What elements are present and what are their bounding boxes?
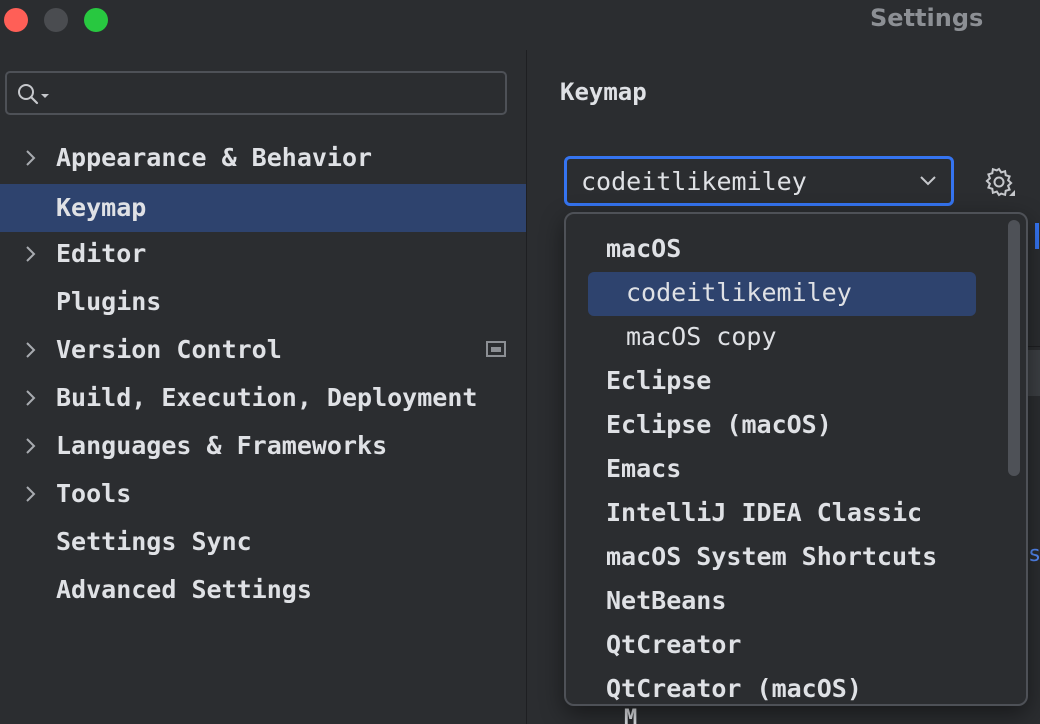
option-macos-system-shortcuts[interactable]: macOS System Shortcuts xyxy=(606,542,937,571)
sidebar-item-label: Plugins xyxy=(56,287,162,316)
keymap-select-value: codeitlikemiley xyxy=(581,167,807,196)
settings-sidebar: Appearance & Behavior Keymap Editor Plug… xyxy=(0,50,527,724)
sidebar-item-label: Languages & Frameworks xyxy=(56,431,388,460)
option-group-macos[interactable]: macOS xyxy=(606,234,681,263)
option-macos-copy[interactable]: macOS copy xyxy=(626,322,777,351)
sidebar-item-label: Build, Execution, Deployment xyxy=(56,383,478,412)
sidebar-item-version-control[interactable]: Version Control xyxy=(0,326,526,374)
sidebar-item-label: Appearance & Behavior xyxy=(56,143,373,172)
sidebar-item-build-execution-deployment[interactable]: Build, Execution, Deployment xyxy=(0,374,526,422)
partial-tree-item[interactable]: M xyxy=(624,706,637,724)
keymap-dropdown-list[interactable]: macOS codeitlikemiley macOS copy Eclipse… xyxy=(564,212,1028,706)
sidebar-item-label: Advanced Settings xyxy=(56,575,312,604)
chevron-right-icon[interactable] xyxy=(20,340,40,360)
option-qtcreator[interactable]: QtCreator xyxy=(606,630,741,659)
window-icon xyxy=(486,341,506,357)
sidebar-item-label: Tools xyxy=(56,479,132,508)
keymap-actions-button[interactable] xyxy=(983,166,1015,202)
maximize-window-button[interactable] xyxy=(84,8,108,32)
chevron-right-icon[interactable] xyxy=(20,244,40,264)
chevron-down-icon xyxy=(920,176,936,186)
option-emacs[interactable]: Emacs xyxy=(606,454,681,483)
option-qtcreator-macos[interactable]: QtCreator (macOS) xyxy=(606,674,862,703)
search-input[interactable] xyxy=(59,79,503,109)
sidebar-item-label: Version Control xyxy=(56,335,282,364)
chevron-right-icon[interactable] xyxy=(20,148,40,168)
scrollbar-thumb[interactable] xyxy=(1028,350,1040,396)
chevron-right-icon[interactable] xyxy=(20,388,40,408)
chevron-right-icon[interactable] xyxy=(20,484,40,504)
sidebar-item-languages-frameworks[interactable]: Languages & Frameworks xyxy=(0,422,526,470)
option-eclipse[interactable]: Eclipse xyxy=(606,366,711,395)
sidebar-item-label: Editor xyxy=(56,239,147,268)
sidebar-item-label: Keymap xyxy=(56,193,147,222)
sidebar-item-label: Settings Sync xyxy=(56,527,252,556)
page-title: Keymap xyxy=(560,78,647,106)
minimize-window-button[interactable] xyxy=(44,8,68,32)
close-window-button[interactable] xyxy=(4,8,28,32)
search-icon xyxy=(18,84,49,105)
sidebar-item-settings-sync[interactable]: Settings Sync xyxy=(0,518,526,566)
keymap-select[interactable]: codeitlikemiley xyxy=(564,156,954,206)
window-title: Settings xyxy=(870,4,984,32)
partial-link[interactable]: s xyxy=(1028,542,1040,567)
sidebar-item-advanced-settings[interactable]: Advanced Settings xyxy=(0,566,526,614)
option-intellij-idea-classic[interactable]: IntelliJ IDEA Classic xyxy=(606,498,922,527)
sidebar-item-keymap[interactable]: Keymap xyxy=(0,184,526,232)
dropdown-scrollbar[interactable] xyxy=(1008,220,1020,476)
chevron-right-icon[interactable] xyxy=(20,436,40,456)
title-bar: Settings xyxy=(0,0,1040,40)
settings-search-box[interactable] xyxy=(5,71,507,115)
sidebar-item-appearance-behavior[interactable]: Appearance & Behavior xyxy=(0,134,526,182)
option-codeitlikemiley[interactable]: codeitlikemiley xyxy=(626,278,852,307)
sidebar-item-plugins[interactable]: Plugins xyxy=(0,278,526,326)
focus-indicator xyxy=(1035,223,1039,249)
option-eclipse-macos[interactable]: Eclipse (macOS) xyxy=(606,410,832,439)
sidebar-item-tools[interactable]: Tools xyxy=(0,470,526,518)
dropdown-arrow-icon xyxy=(1009,190,1015,196)
sidebar-item-editor[interactable]: Editor xyxy=(0,230,526,278)
option-netbeans[interactable]: NetBeans xyxy=(606,586,726,615)
